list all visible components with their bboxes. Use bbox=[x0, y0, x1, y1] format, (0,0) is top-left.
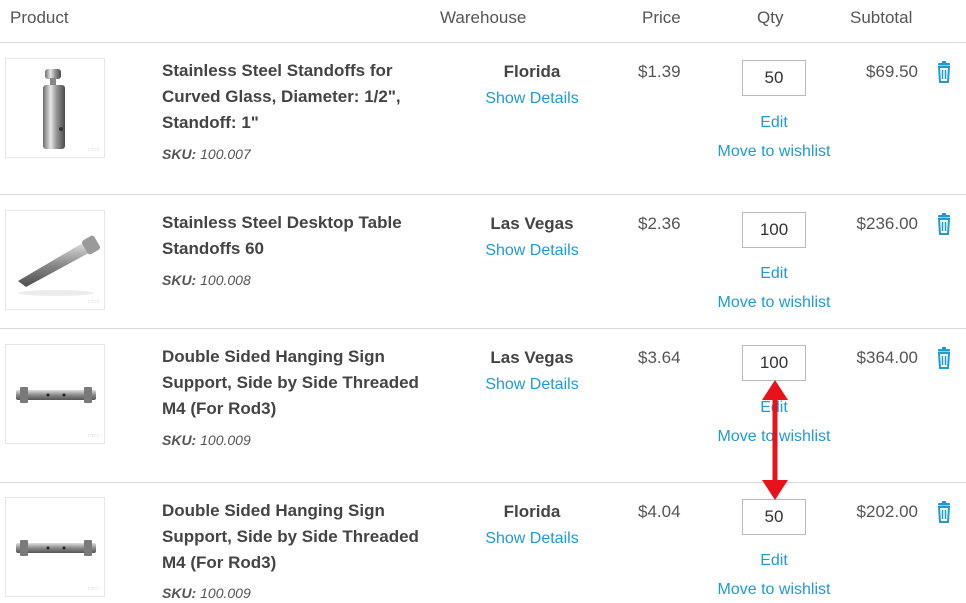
sku-label: SKU: bbox=[162, 585, 197, 601]
product-image[interactable]: ▭▭ bbox=[5, 58, 105, 158]
image-watermark: ▭▭ bbox=[87, 586, 99, 592]
column-header-subtotal: Subtotal bbox=[850, 8, 913, 27]
unit-price: $1.39 bbox=[638, 62, 681, 81]
warehouse-cell: Las Vegas Show Details bbox=[470, 213, 594, 262]
move-to-wishlist-link[interactable]: Move to wishlist bbox=[706, 294, 842, 312]
image-watermark: ▭▭ bbox=[87, 299, 99, 305]
product-sku: SKU: 100.007 bbox=[162, 146, 251, 162]
sku-value: 100.009 bbox=[200, 585, 251, 601]
row-divider bbox=[0, 328, 966, 329]
header-divider bbox=[0, 42, 966, 43]
trash-icon[interactable] bbox=[936, 213, 952, 235]
move-to-wishlist-link[interactable]: Move to wishlist bbox=[706, 143, 842, 161]
warehouse-cell: Florida Show Details bbox=[470, 501, 594, 550]
product-sku: SKU: 100.009 bbox=[162, 432, 251, 448]
image-watermark: ▭▭ bbox=[87, 433, 99, 439]
move-to-wishlist-link[interactable]: Move to wishlist bbox=[706, 581, 842, 599]
product-image[interactable]: ▭▭ bbox=[5, 344, 105, 444]
row-divider bbox=[0, 194, 966, 195]
line-subtotal: $202.00 bbox=[856, 502, 918, 521]
line-subtotal: $364.00 bbox=[856, 348, 918, 367]
warehouse-cell: Florida Show Details bbox=[470, 61, 594, 110]
product-name[interactable]: Double Sided Hanging Sign Support, Side … bbox=[162, 498, 437, 576]
double-headed-arrow-annotation bbox=[762, 380, 788, 500]
show-details-link[interactable]: Show Details bbox=[470, 528, 594, 550]
sku-label: SKU: bbox=[162, 272, 197, 288]
show-details-link[interactable]: Show Details bbox=[470, 240, 594, 262]
sku-label: SKU: bbox=[162, 146, 197, 162]
angled-desktop-standoff-icon bbox=[18, 235, 100, 296]
edit-link[interactable]: Edit bbox=[742, 265, 806, 283]
product-name[interactable]: Double Sided Hanging Sign Support, Side … bbox=[162, 344, 437, 422]
quantity-input[interactable] bbox=[742, 60, 806, 96]
quantity-input[interactable] bbox=[742, 212, 806, 248]
product-sku: SKU: 100.009 bbox=[162, 585, 251, 601]
edit-link[interactable]: Edit bbox=[742, 552, 806, 570]
cylinder-standoff-icon bbox=[43, 69, 65, 149]
product-image[interactable]: ▭▭ bbox=[5, 210, 105, 310]
edit-link[interactable]: Edit bbox=[742, 114, 806, 132]
sku-label: SKU: bbox=[162, 432, 197, 448]
warehouse-name: Florida bbox=[503, 502, 561, 521]
column-header-warehouse: Warehouse bbox=[440, 8, 527, 27]
trash-icon[interactable] bbox=[936, 61, 952, 83]
unit-price: $4.04 bbox=[638, 502, 681, 521]
quantity-input[interactable] bbox=[742, 345, 806, 381]
unit-price: $2.36 bbox=[638, 214, 681, 233]
warehouse-name: Las Vegas bbox=[490, 214, 574, 233]
show-details-link[interactable]: Show Details bbox=[470, 88, 594, 110]
product-name[interactable]: Stainless Steel Standoffs for Curved Gla… bbox=[162, 58, 437, 136]
column-header-price: Price bbox=[642, 8, 681, 27]
show-details-link[interactable]: Show Details bbox=[470, 374, 594, 396]
line-subtotal: $236.00 bbox=[856, 214, 918, 233]
sku-value: 100.008 bbox=[200, 272, 251, 288]
column-header-product: Product bbox=[10, 8, 69, 27]
column-header-qty: Qty bbox=[757, 8, 784, 27]
quantity-input[interactable] bbox=[742, 499, 806, 535]
product-sku: SKU: 100.008 bbox=[162, 272, 251, 288]
sku-value: 100.007 bbox=[200, 146, 251, 162]
product-name[interactable]: Stainless Steel Desktop Table Standoffs … bbox=[162, 210, 437, 262]
trash-icon[interactable] bbox=[936, 347, 952, 369]
row-divider bbox=[0, 482, 966, 483]
sku-value: 100.009 bbox=[200, 432, 251, 448]
line-subtotal: $69.50 bbox=[866, 62, 918, 81]
image-watermark: ▭▭ bbox=[87, 147, 99, 153]
warehouse-name: Florida bbox=[503, 62, 561, 81]
warehouse-name: Las Vegas bbox=[490, 348, 574, 367]
warehouse-cell: Las Vegas Show Details bbox=[470, 347, 594, 396]
trash-icon[interactable] bbox=[936, 501, 952, 523]
product-image[interactable]: ▭▭ bbox=[5, 497, 105, 597]
unit-price: $3.64 bbox=[638, 348, 681, 367]
double-sided-sign-support-icon bbox=[16, 540, 96, 556]
double-sided-sign-support-icon bbox=[16, 387, 96, 403]
